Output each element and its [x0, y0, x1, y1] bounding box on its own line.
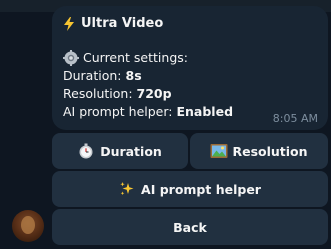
back-button[interactable]: Back [52, 209, 328, 245]
sparkles-icon [119, 181, 135, 197]
settings-header-text: Current settings: [83, 50, 188, 65]
ai-prompt-helper-button[interactable]: AI prompt helper [52, 171, 328, 207]
bot-avatar[interactable] [12, 210, 44, 242]
stopwatch-icon [78, 143, 94, 159]
duration-button-label: Duration [100, 143, 162, 159]
message-bubble: Ultra Video Current settings: Duration: … [52, 6, 328, 130]
settings-header: Current settings: [63, 49, 317, 67]
resolution-button[interactable]: Resolution [190, 133, 328, 169]
lightning-icon [63, 15, 77, 33]
message-timestamp: 8:05 AM [272, 112, 318, 125]
duration-setting-value: 8s [125, 68, 142, 83]
resolution-setting-value: 720p [136, 86, 172, 101]
duration-button[interactable]: Duration [52, 133, 188, 169]
message-title-text: Ultra Video [81, 16, 164, 31]
ai-prompt-helper-button-label: AI prompt helper [141, 181, 261, 197]
message-title: Ultra Video [63, 15, 317, 33]
ai-helper-setting-value: Enabled [176, 104, 234, 119]
ai-helper-setting-label: AI prompt helper: [63, 104, 173, 119]
duration-setting: Duration: 8s [63, 67, 317, 85]
gear-icon [63, 50, 79, 66]
resolution-setting: Resolution: 720p [63, 85, 317, 103]
back-button-label: Back [173, 219, 207, 235]
resolution-setting-label: Resolution: [63, 86, 133, 101]
resolution-button-label: Resolution [232, 143, 308, 159]
landscape-picture-icon [210, 143, 228, 159]
duration-setting-label: Duration: [63, 68, 122, 83]
